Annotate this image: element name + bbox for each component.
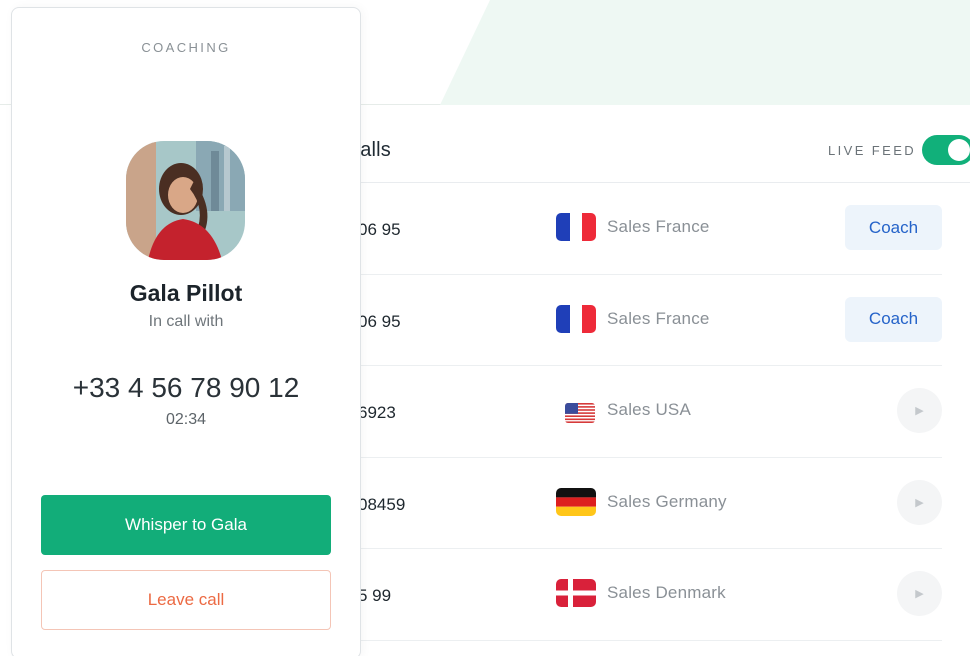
call-row[interactable]: 08459 Sales Germany ▶ — [300, 458, 942, 549]
team-name: Sales USA — [607, 400, 692, 419]
whisper-button[interactable]: Whisper to Gala — [41, 495, 331, 555]
phone-number: +33 4 56 78 90 12 — [72, 372, 300, 403]
play-icon: ▶ — [915, 588, 924, 600]
live-feed-toggle[interactable] — [922, 135, 970, 165]
call-number: 06 95 — [358, 311, 401, 331]
call-number: 5 99 — [358, 586, 392, 605]
coach-button[interactable]: Coach — [845, 296, 942, 342]
play-button[interactable]: ▶ — [897, 571, 942, 616]
play-button[interactable]: ▶ — [897, 388, 942, 433]
call-row[interactable]: 06 95 Sales France Coach — [300, 183, 942, 275]
coaching-card: COACHING Gala Pillot In call with +33 4 … — [11, 7, 361, 656]
call-number: 06 95 — [358, 220, 401, 239]
team-name: Sales Germany — [607, 491, 727, 511]
avatar — [126, 141, 245, 260]
coach-button[interactable]: Coach — [845, 205, 942, 250]
calls-panel: calls LIVE FEED 06 95 Sales France Coach… — [300, 105, 970, 656]
team-name: Sales Denmark — [607, 583, 726, 602]
calls-header: calls LIVE FEED — [300, 105, 970, 183]
call-row[interactable]: 06 95 Sales France Coach — [300, 275, 942, 366]
call-number: 6923 — [358, 403, 396, 422]
team-name: Sales France — [607, 308, 710, 328]
calls-list: 06 95 Sales France Coach 06 95 Sales Fra… — [300, 183, 970, 641]
live-feed-label: LIVE FEED — [828, 143, 917, 158]
france-flag-icon — [556, 304, 596, 333]
germany-flag-icon — [556, 487, 596, 516]
app-screen: calls LIVE FEED 06 95 Sales France Coach… — [0, 0, 970, 656]
team-name: Sales France — [607, 217, 710, 236]
play-icon: ▶ — [915, 405, 924, 417]
play-button[interactable]: ▶ — [897, 479, 942, 525]
france-flag-icon — [556, 213, 596, 241]
call-status: In call with — [148, 313, 224, 330]
call-row[interactable]: 5 99 Sales Denmark ▶ — [300, 549, 942, 641]
card-label: COACHING — [141, 40, 231, 55]
call-number: 08459 — [358, 494, 406, 514]
agent-name: Gala Pillot — [129, 280, 243, 306]
usa-flag-icon — [565, 403, 595, 423]
play-icon: ▶ — [915, 496, 924, 509]
toggle-knob — [948, 139, 970, 161]
call-timer: 02:34 — [165, 411, 207, 428]
leave-call-button[interactable]: Leave call — [41, 570, 331, 630]
denmark-flag-icon — [556, 579, 596, 607]
call-row[interactable]: 6923 Sales USA ▶ — [300, 366, 942, 458]
